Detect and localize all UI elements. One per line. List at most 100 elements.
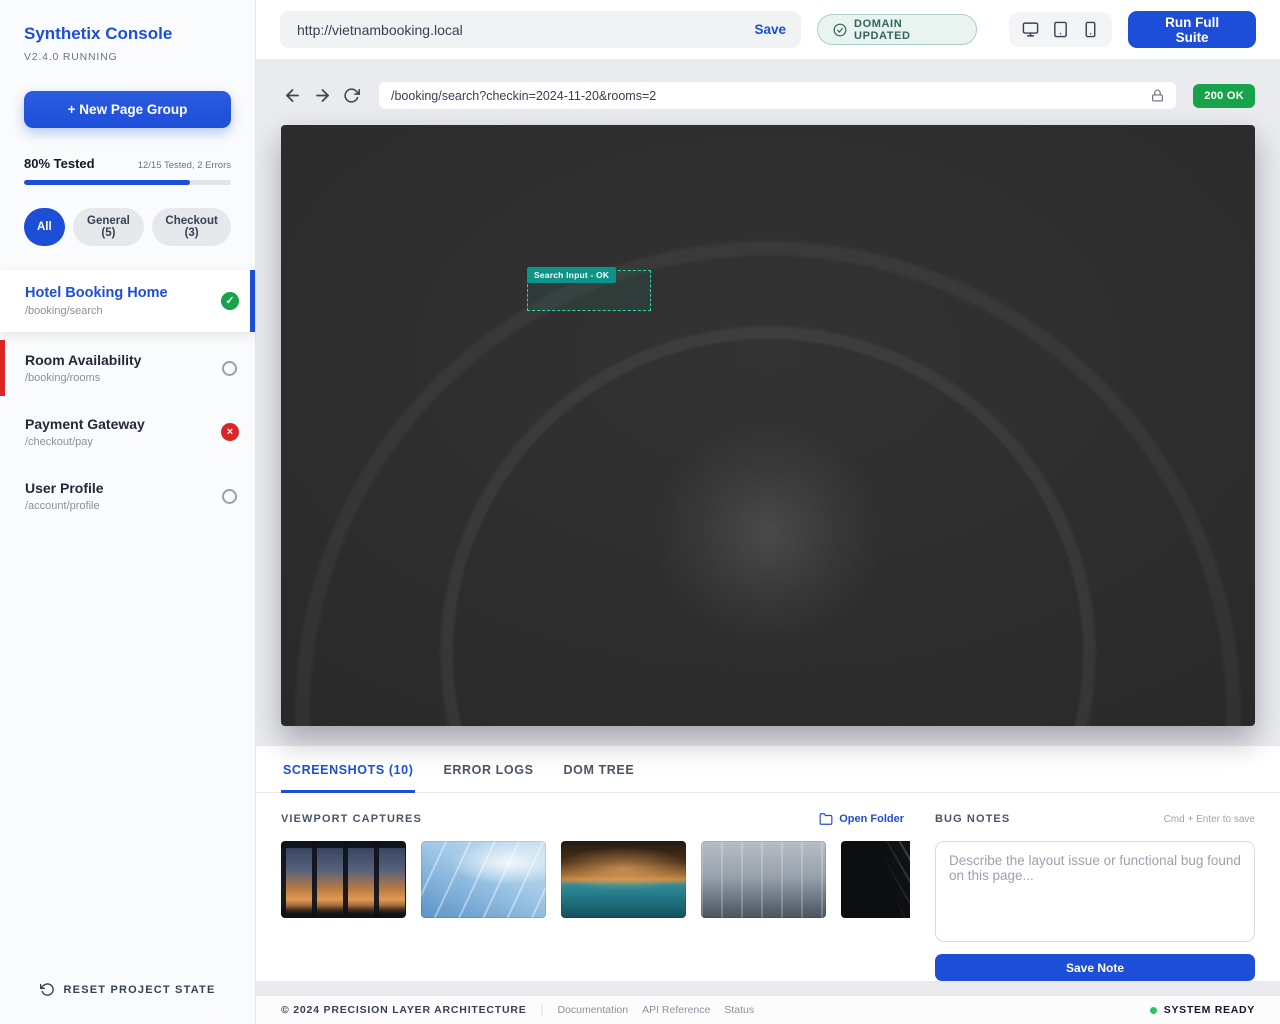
domain-updated-label: DOMAIN UPDATED <box>854 18 961 42</box>
bug-notes-textarea[interactable] <box>935 841 1255 942</box>
new-page-group-button[interactable]: + New Page Group <box>24 91 231 128</box>
annotation-label: Search Input - OK <box>527 267 616 283</box>
progress-header: 80% Tested 12/15 Tested, 2 Errors <box>24 156 231 171</box>
address-text: /booking/search?checkin=2024-11-20&rooms… <box>391 89 1151 103</box>
system-status-label: SYSTEM READY <box>1164 1004 1255 1016</box>
page-item-name: Payment Gateway <box>25 416 221 432</box>
notes-hint: Cmd + Enter to save <box>1164 814 1255 825</box>
domain-updated-badge: DOMAIN UPDATED <box>817 14 977 45</box>
viewport-captures-section: VIEWPORT CAPTURES Open Folder <box>281 809 910 981</box>
sidebar-header: Synthetix Console V2.4.0 RUNNING <box>0 0 255 63</box>
page-item-path: /booking/search <box>25 305 221 317</box>
desktop-view-button[interactable] <box>1018 19 1043 40</box>
tab-error-logs[interactable]: ERROR LOGS <box>441 746 535 793</box>
bottom-panel: SCREENSHOTS (10) ERROR LOGS DOM TREE VIE… <box>256 746 1280 981</box>
nav-back-button[interactable] <box>281 84 304 107</box>
save-domain-button[interactable]: Save <box>755 22 787 37</box>
footer-link-status[interactable]: Status <box>724 1004 754 1016</box>
device-toggle-group <box>1009 12 1112 47</box>
page-item-text: User Profile /account/profile <box>25 480 222 512</box>
page-item-text: Hotel Booking Home /booking/search <box>25 285 221 317</box>
status-failed-icon: × <box>221 423 239 441</box>
preview-stage: /booking/search?checkin=2024-11-20&rooms… <box>256 60 1280 746</box>
page-item-path: /checkout/pay <box>25 436 221 448</box>
reset-icon <box>40 982 55 997</box>
mobile-view-button[interactable] <box>1078 19 1103 40</box>
filter-pills: All General (5) Checkout (3) <box>24 208 231 246</box>
page-item-name: User Profile <box>25 480 222 496</box>
refresh-icon <box>343 87 360 104</box>
page-list: Hotel Booking Home /booking/search ✓ Roo… <box>0 270 255 524</box>
screenshot-thumbnail-city-window[interactable] <box>281 841 406 918</box>
footer-link-api-reference[interactable]: API Reference <box>642 1004 710 1016</box>
tab-screenshots[interactable]: SCREENSHOTS (10) <box>281 746 415 793</box>
domain-input[interactable] <box>295 21 755 39</box>
save-note-button[interactable]: Save Note <box>935 954 1255 981</box>
screenshot-thumbnail-terminal[interactable] <box>701 841 826 918</box>
system-status: SYSTEM READY <box>1150 1004 1255 1016</box>
folder-icon <box>819 812 833 826</box>
footer-divider: | <box>541 1004 544 1016</box>
page-item-hotel-booking-home[interactable]: Hotel Booking Home /booking/search ✓ <box>0 270 255 332</box>
http-status-badge: 200 OK <box>1193 84 1255 108</box>
app-root: Synthetix Console V2.4.0 RUNNING + New P… <box>0 0 1280 1024</box>
domain-input-group: Save <box>280 11 801 48</box>
address-bar[interactable]: /booking/search?checkin=2024-11-20&rooms… <box>379 82 1176 109</box>
notes-header: BUG NOTES Cmd + Enter to save <box>935 809 1255 829</box>
thumbnail-strip <box>281 841 910 918</box>
filter-checkout[interactable]: Checkout (3) <box>152 208 231 246</box>
footer-link-documentation[interactable]: Documentation <box>557 1004 628 1016</box>
refresh-button[interactable] <box>341 85 362 106</box>
sidebar: Synthetix Console V2.4.0 RUNNING + New P… <box>0 0 256 1024</box>
status-passed-icon: ✓ <box>221 292 239 310</box>
app-version: V2.4.0 RUNNING <box>24 51 231 63</box>
captures-title: VIEWPORT CAPTURES <box>281 813 422 825</box>
page-item-path: /account/profile <box>25 500 222 512</box>
monitor-icon <box>1022 21 1039 38</box>
page-item-name: Hotel Booking Home <box>25 285 221 301</box>
page-item-text: Room Availability /booking/rooms <box>25 352 222 384</box>
top-toolbar: Save DOMAIN UPDATED Run Full <box>256 0 1280 60</box>
status-pending-icon <box>222 361 237 376</box>
page-item-room-availability[interactable]: Room Availability /booking/rooms <box>0 340 255 396</box>
filter-all[interactable]: All <box>24 208 65 246</box>
bug-notes-section: BUG NOTES Cmd + Enter to save Save Note <box>935 809 1255 981</box>
arrow-right-icon <box>313 86 332 105</box>
nav-forward-button[interactable] <box>311 84 334 107</box>
annotation-box: Search Input - OK <box>527 270 651 311</box>
status-dot-icon <box>1150 1007 1157 1014</box>
run-full-suite-button[interactable]: Run Full Suite <box>1128 11 1256 48</box>
filter-general[interactable]: General (5) <box>73 208 145 246</box>
progress-detail: 12/15 Tested, 2 Errors <box>138 160 231 171</box>
open-folder-button[interactable]: Open Folder <box>813 811 910 827</box>
main-area: Save DOMAIN UPDATED Run Full <box>256 0 1280 1024</box>
app-title: Synthetix Console <box>24 24 231 44</box>
page-preview: Search Input - OK <box>281 125 1255 726</box>
screenshot-thumbnail-dark-stripes[interactable] <box>841 841 910 918</box>
tab-dom-tree[interactable]: DOM TREE <box>562 746 637 793</box>
page-item-user-profile[interactable]: User Profile /account/profile <box>0 468 255 524</box>
notes-title: BUG NOTES <box>935 813 1010 825</box>
open-folder-label: Open Folder <box>839 813 904 825</box>
check-circle-icon <box>833 23 847 37</box>
copyright-text: © 2024 PRECISION LAYER ARCHITECTURE <box>281 1004 527 1016</box>
tablet-icon <box>1052 21 1069 38</box>
arrow-left-icon <box>283 86 302 105</box>
progress-label: 80% Tested <box>24 156 95 171</box>
page-footer: © 2024 PRECISION LAYER ARCHITECTURE | Do… <box>256 995 1280 1024</box>
reset-label: RESET PROJECT STATE <box>64 984 216 996</box>
reset-project-button[interactable]: RESET PROJECT STATE <box>34 981 222 998</box>
page-item-text: Payment Gateway /checkout/pay <box>25 416 221 448</box>
page-item-name: Room Availability <box>25 352 222 368</box>
progress-bar <box>24 180 231 185</box>
page-item-payment-gateway[interactable]: Payment Gateway /checkout/pay × <box>0 404 255 460</box>
sidebar-footer: RESET PROJECT STATE <box>0 961 255 1024</box>
status-pending-icon <box>222 489 237 504</box>
screenshot-thumbnail-glass-building[interactable] <box>421 841 546 918</box>
screenshot-thumbnail-pool-night[interactable] <box>561 841 686 918</box>
page-item-path: /booking/rooms <box>25 372 222 384</box>
captures-header: VIEWPORT CAPTURES Open Folder <box>281 809 910 829</box>
tablet-view-button[interactable] <box>1048 19 1073 40</box>
browser-chrome: /booking/search?checkin=2024-11-20&rooms… <box>281 82 1255 109</box>
progress-bar-fill <box>24 180 190 185</box>
